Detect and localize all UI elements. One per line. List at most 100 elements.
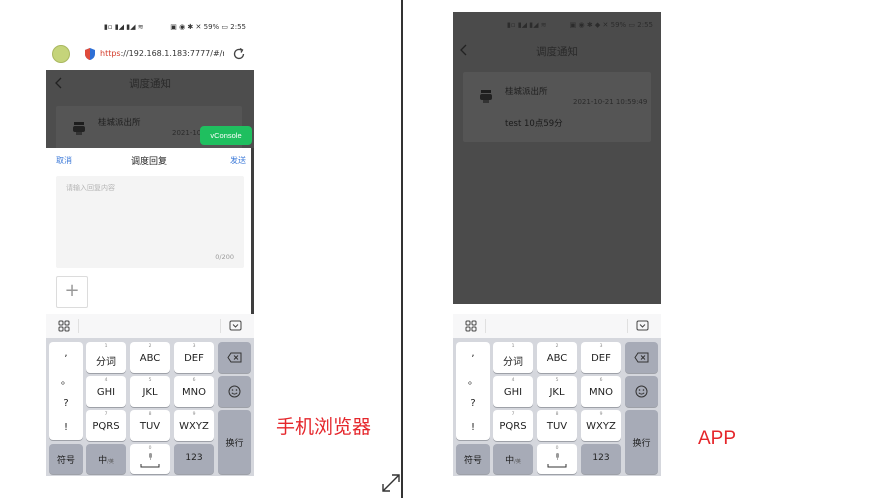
grid-menu-icon[interactable]: [465, 320, 477, 332]
secure-shield-icon: [85, 48, 95, 60]
toolbar-separator: [78, 319, 79, 333]
add-attachment-button[interactable]: +: [56, 276, 88, 308]
key-label: GHI: [96, 387, 116, 398]
chinese-english-key[interactable]: 中/英: [493, 444, 533, 474]
key-hint: 2: [555, 344, 559, 349]
space-key[interactable]: 0: [130, 444, 170, 474]
police-station-icon: [73, 122, 85, 135]
hide-keyboard-icon[interactable]: [636, 320, 649, 332]
key-7[interactable]: 7 PQRS: [493, 410, 533, 441]
notice-card[interactable]: 桂城派出所 2021-10-21 10:59:49 test 10点59分: [463, 72, 651, 142]
key-sublabel: /英: [514, 459, 521, 465]
key-2[interactable]: 2 ABC: [130, 342, 170, 373]
key-hint: 3: [599, 344, 603, 349]
key-hint: 9: [599, 412, 603, 417]
panel-divider: [401, 0, 403, 498]
address-bar[interactable]: https://192.168.1.183:7777/#/msg: [46, 42, 254, 70]
key-label: JKL: [549, 387, 565, 398]
status-right: ▣ ◉ ✱ ✕ 59% ▭ 2:55: [170, 23, 246, 31]
key-label: 符号: [463, 456, 482, 466]
key-hint: 1: [511, 344, 515, 349]
key-9[interactable]: 9 WXYZ: [581, 410, 621, 441]
enter-key[interactable]: 换行: [218, 410, 251, 474]
key-4[interactable]: 4 GHI: [86, 376, 126, 407]
key-label: WXYZ: [179, 421, 209, 432]
send-button[interactable]: 发送: [230, 155, 246, 166]
punct-key[interactable]: 。: [49, 372, 83, 387]
space-key[interactable]: 0: [537, 444, 577, 474]
symbols-key[interactable]: 符号: [456, 444, 490, 474]
key-5[interactable]: 5 JKL: [537, 376, 577, 407]
resize-arrow-icon[interactable]: [380, 472, 402, 494]
punct-key[interactable]: !: [49, 422, 83, 433]
hide-keyboard-icon[interactable]: [229, 320, 242, 332]
key-2[interactable]: 2 ABC: [537, 342, 577, 373]
punct-key[interactable]: ,: [49, 348, 83, 359]
battery-percent: 59%: [203, 23, 220, 31]
punct-key[interactable]: ?: [49, 398, 83, 409]
punctuation-column[interactable]: , 。 ? !: [456, 342, 490, 440]
space-bar-icon: [140, 464, 160, 468]
signal-icons: ▮▫ ▮◢ ▮◢ ≋: [507, 21, 547, 29]
key-hint: 2: [148, 344, 152, 349]
punct-key[interactable]: 。: [456, 372, 490, 387]
toolbar-separator: [485, 319, 486, 333]
key-label: JKL: [142, 387, 158, 398]
grid-menu-icon[interactable]: [58, 320, 70, 332]
punct-key[interactable]: ?: [456, 398, 490, 409]
key-4[interactable]: 4 GHI: [493, 376, 533, 407]
numbers-key[interactable]: 123: [174, 444, 214, 474]
numbers-key[interactable]: 123: [581, 444, 621, 474]
key-label: MNO: [182, 387, 206, 398]
key-9[interactable]: 9 WXYZ: [174, 410, 214, 441]
cancel-button[interactable]: 取消: [56, 155, 72, 166]
caption-app: APP: [698, 428, 737, 449]
key-1[interactable]: 1 分词: [86, 342, 126, 373]
key-label: 换行: [632, 439, 651, 449]
backspace-icon: [227, 352, 242, 363]
battery-percent: 59%: [610, 21, 627, 29]
punctuation-column[interactable]: , 。 ? !: [49, 342, 83, 440]
notice-message: test 10点59分: [505, 119, 563, 129]
toolbar-separator: [220, 319, 221, 333]
emoji-key[interactable]: [625, 376, 658, 407]
key-6[interactable]: 6 MNO: [581, 376, 621, 407]
key-hint: 4: [511, 378, 515, 383]
emoji-key[interactable]: [218, 376, 251, 407]
enter-key[interactable]: 换行: [625, 410, 658, 474]
key-6[interactable]: 6 MNO: [174, 376, 214, 407]
backspace-icon: [634, 352, 649, 363]
page-title: 调度通知: [129, 78, 171, 90]
key-5[interactable]: 5 JKL: [130, 376, 170, 407]
key-8[interactable]: 8 TUV: [537, 410, 577, 441]
key-hint: 0: [555, 446, 559, 451]
key-label: MNO: [589, 387, 613, 398]
browser-phone-screenshot: ▮▫ ▮◢ ▮◢ ≋ ▣ ◉ ✱ ✕ 59% ▭ 2:55 https://19…: [46, 14, 254, 476]
url-rest: ://192.168.1.183:7777/#/msg: [120, 49, 224, 58]
reload-icon[interactable]: [232, 47, 246, 61]
key-label: 分词: [96, 357, 116, 368]
status-right: ▣ ◉ ✱ ◆ ✕ 59% ▭ 2:55: [570, 21, 653, 29]
key-3[interactable]: 3 DEF: [174, 342, 214, 373]
avatar[interactable]: [52, 45, 70, 63]
backspace-key[interactable]: [218, 342, 251, 373]
backspace-key[interactable]: [625, 342, 658, 373]
symbols-key[interactable]: 符号: [49, 444, 83, 474]
toolbar-separator: [627, 319, 628, 333]
key-hint: 6: [192, 378, 196, 383]
key-3[interactable]: 3 DEF: [581, 342, 621, 373]
key-7[interactable]: 7 PQRS: [86, 410, 126, 441]
punct-key[interactable]: ,: [456, 348, 490, 359]
key-8[interactable]: 8 TUV: [130, 410, 170, 441]
key-1[interactable]: 1 分词: [493, 342, 533, 373]
key-label: ABC: [546, 353, 568, 364]
key-label: TUV: [546, 421, 568, 432]
chinese-english-key[interactable]: 中/英: [86, 444, 126, 474]
vconsole-button[interactable]: vConsole: [200, 126, 252, 145]
url-field[interactable]: https://192.168.1.183:7777/#/msg: [100, 49, 224, 58]
key-label: 中: [505, 456, 515, 466]
punct-key[interactable]: !: [456, 422, 490, 433]
caption-browser: 手机浏览器: [276, 416, 372, 438]
key-hint: 1: [104, 344, 108, 349]
page-title: 调度通知: [536, 46, 578, 58]
